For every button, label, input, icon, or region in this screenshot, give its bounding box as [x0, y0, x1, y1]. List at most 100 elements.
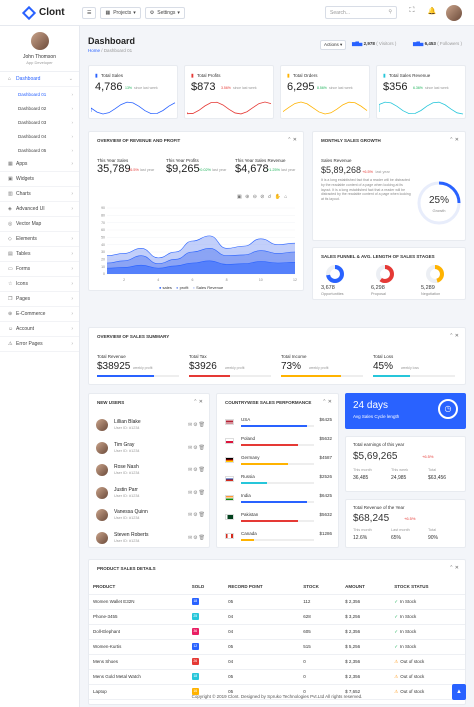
x-tick-label: 10 [259, 278, 263, 282]
country-progress [241, 444, 314, 446]
chevron-right-icon: › [71, 281, 73, 287]
kpi-profits: This Year Profits $9,265 +0.02% last yea… [166, 158, 227, 175]
user-avatar [96, 441, 108, 454]
funnel-ring [376, 265, 394, 283]
user-list-item[interactable]: Rose Nash User ID: #1234 ✉⚙🗑 [96, 461, 206, 481]
sidebar-item-vector-map[interactable]: ◎ Vector Map [0, 217, 79, 232]
check-icon: ✓ [394, 643, 398, 649]
stat-icon: ▮ [191, 73, 194, 79]
stat-card: ▮ Total Sales 4,786 13% since last week [88, 65, 178, 119]
sparkline [379, 101, 464, 115]
y-tick-label: 10 [101, 265, 105, 269]
sidebar-item-dashboard[interactable]: ⌂ Dashboard ⌄ [0, 72, 79, 87]
chevron-down-icon: ▾ [133, 9, 136, 16]
status-badge: ✓ In Stock [390, 624, 465, 640]
sidebar-profile: John Thomson App Developer [0, 26, 79, 72]
card-controls[interactable]: ⌃ ✕ [322, 399, 332, 405]
card-controls[interactable]: ⌃ ✕ [287, 137, 297, 143]
chart-toolbar[interactable]: ▣ ⊕ ⊖ ⊘ ☌ ✋ ⌂ [237, 194, 288, 200]
sidebar-item-charts[interactable]: ▥ Charts › [0, 187, 79, 202]
y-tick-label: 50 [101, 236, 105, 240]
settings-dropdown[interactable]: ⚙ Settings ▾ [144, 6, 185, 19]
chart-icon: ▥ [8, 191, 13, 197]
sidebar-item-elements[interactable]: ◇ Elements › [0, 232, 79, 247]
breadcrumb-home[interactable]: Home [88, 48, 100, 53]
hamburger-icon: ☰ [87, 9, 92, 16]
sidebar-subitem[interactable]: Dashboard 02 › [0, 101, 79, 115]
y-tick-label: 70 [101, 221, 105, 225]
gear-icon: ⚙ [149, 9, 155, 16]
sidebar-item-advanced-ui[interactable]: ◈ Advanced UI › [0, 202, 79, 217]
new-users-card: New Users ⌃ ✕ Lillian Blake User ID: #123… [88, 393, 210, 548]
sidebar-item-apps[interactable]: ▦ Apps › [0, 157, 79, 172]
sidebar-item-tables[interactable]: ▤ Tables › [0, 247, 79, 262]
kpi-revenue: This Year Sales Revenue $4,678 +1.25% la… [235, 158, 296, 175]
bell-icon[interactable]: 🔔 [426, 7, 438, 19]
card-controls[interactable]: ⌃ ✕ [449, 137, 459, 143]
user-list-item[interactable]: Justin Parr User ID: #1234 ✉⚙🗑 [96, 484, 206, 504]
status-badge: ⚠ Out of stock [390, 654, 465, 670]
warning-icon: ⚠ [8, 341, 13, 347]
sidebar-item-forms[interactable]: ▭ Forms › [0, 262, 79, 277]
brand-logo[interactable]: Clont [0, 5, 80, 20]
y-tick-label: 90 [101, 206, 105, 210]
search-input[interactable]: Search... ⚲ [325, 6, 397, 19]
kpi-sales: This Year Sales 35,789 +6.5% last year [97, 158, 155, 175]
sidebar-subitem[interactable]: Dashboard 05 › [0, 143, 79, 157]
menu-toggle-button[interactable]: ☰ [82, 6, 97, 19]
clock-icon: ◷ [438, 399, 458, 419]
user-list-item[interactable]: Steven Roberts User ID: #1234 ✉⚙🗑 [96, 529, 206, 549]
search-icon[interactable]: ⚲ [388, 9, 392, 15]
flag-icon [225, 438, 234, 444]
home-icon: ⌂ [8, 76, 12, 82]
profile-avatar[interactable] [30, 32, 49, 50]
sidebar-item-error-pages[interactable]: ⚠ Error Pages › [0, 337, 79, 352]
sidebar-subitem[interactable]: Dashboard 04 › [0, 129, 79, 143]
chevron-right-icon: › [71, 311, 73, 317]
y-tick-label: 60 [101, 228, 105, 232]
sidebar-item-widgets[interactable]: ▣ Widgets [0, 172, 79, 187]
user-actions[interactable]: ✉⚙🗑 [188, 467, 206, 473]
chevron-right-icon: › [71, 119, 74, 125]
fullscreen-icon[interactable]: ⛶ [406, 7, 418, 19]
sidebar-item-account[interactable]: ☺ Account › [0, 322, 79, 337]
user-actions[interactable]: ✉⚙🗑 [188, 445, 206, 451]
y-tick-label: 30 [101, 250, 105, 254]
footer: Copyright © 2019 Clont. Designed by Spru… [191, 694, 363, 699]
flag-icon [225, 533, 234, 539]
avatar[interactable] [446, 5, 462, 21]
table-row: Women Wallet E32N 18 05 112 $ 2,356 ✓ In Stock [89, 594, 465, 610]
user-actions[interactable]: ✉⚙🗑 [188, 535, 206, 541]
layers-icon: ◈ [8, 206, 12, 212]
user-actions[interactable]: ✉⚙🗑 [188, 490, 206, 496]
table-row: Mens Shoes 26 04 0 $ 2,356 ⚠ Out of stock [89, 654, 465, 670]
sidebar-item-ecommerce[interactable]: ⊕ E-Commerce › [0, 307, 79, 322]
sidebar-subitem[interactable]: Dashboard 03 › [0, 115, 79, 129]
table-row: Doll-Elephant 36 04 605 $ 2,356 ✓ In Stock [89, 624, 465, 640]
table-row: Women-Kurtis 12 05 515 $ 5,256 ✓ In Stock [89, 639, 465, 655]
actions-dropdown[interactable]: Actions ▾ [320, 40, 347, 50]
projects-dropdown[interactable]: ▦ Projects ▾ [100, 6, 141, 19]
chevron-right-icon: › [71, 236, 73, 242]
user-list-item[interactable]: Lillian Blake User ID: #1234 ✉⚙🗑 [96, 416, 206, 436]
chevron-right-icon: › [71, 191, 73, 197]
back-to-top-button[interactable]: ▲ [452, 684, 466, 700]
sparkline [187, 101, 272, 115]
country-row: Poland $5632 [225, 435, 332, 455]
sidebar-item-pages[interactable]: ❐ Pages › [0, 292, 79, 307]
x-tick-label: 12 [293, 278, 297, 282]
user-actions[interactable]: ✉⚙🗑 [188, 422, 206, 428]
page-title: Dashboard [88, 36, 136, 46]
card-controls[interactable]: ⌃ ✕ [449, 333, 459, 339]
user-list-item[interactable]: Tim Gray User ID: #1234 ✉⚙🗑 [96, 439, 206, 459]
sidebar-subitem[interactable]: Dashboard 01 › [0, 87, 79, 101]
user-avatar [96, 509, 108, 521]
warning-icon: ⚠ [394, 673, 399, 679]
x-tick-label: 2 [123, 278, 125, 282]
card-controls[interactable]: ⌃ ✕ [193, 399, 203, 405]
sidebar-item-icons[interactable]: ☆ Icons › [0, 277, 79, 292]
card-controls[interactable]: ⌃ ✕ [449, 565, 459, 571]
funnel-ring [426, 265, 444, 283]
user-list-item[interactable]: Vanessa Quinn User ID: #1234 ✉⚙🗑 [96, 506, 206, 526]
user-actions[interactable]: ✉⚙🗑 [188, 512, 206, 518]
